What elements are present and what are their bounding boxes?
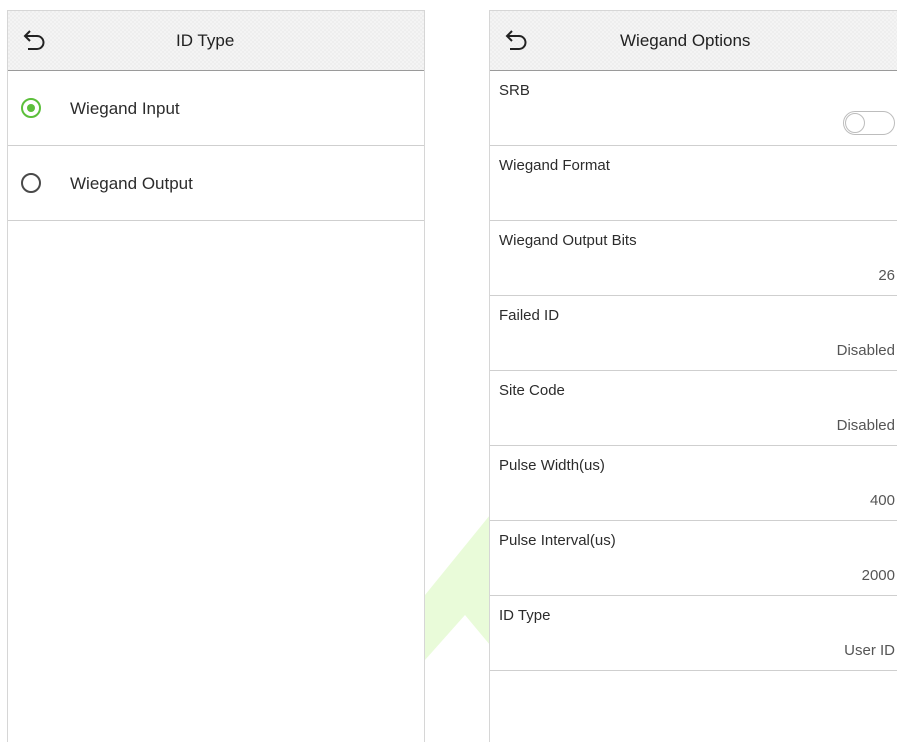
wiegand-options-screen: Wiegand Options SRB Wiegand Format Wiega…: [489, 10, 897, 742]
screen-header: Wiegand Options: [490, 11, 897, 71]
back-button[interactable]: [16, 25, 52, 57]
back-arrow-icon: [505, 30, 527, 50]
menu-item-id-type[interactable]: ID Type User ID: [490, 596, 897, 671]
back-button[interactable]: [498, 25, 534, 57]
item-label: Failed ID: [499, 307, 560, 324]
back-arrow-icon: [23, 30, 45, 50]
menu-item-srb[interactable]: SRB: [490, 71, 897, 146]
item-label: Wiegand Format: [499, 157, 610, 174]
option-wiegand-output[interactable]: Wiegand Output: [8, 146, 424, 221]
radio-button-unchecked[interactable]: [21, 173, 41, 193]
menu-item-site-code[interactable]: Site Code Disabled: [490, 371, 897, 446]
srb-toggle-switch[interactable]: [843, 111, 895, 135]
page-title: Wiegand Options: [620, 31, 751, 50]
id-type-screen: ID Type Wiegand Input Wiegand Output: [7, 10, 425, 742]
item-label: Pulse Width(us): [499, 457, 605, 474]
item-value: 400: [869, 492, 895, 509]
menu-item-pulse-width[interactable]: Pulse Width(us) 400: [490, 446, 897, 521]
item-label: Pulse Interval(us): [499, 532, 616, 549]
radio-button-checked[interactable]: [21, 98, 41, 118]
page-title: ID Type: [176, 31, 235, 50]
item-value: User ID: [844, 642, 895, 659]
item-value: 2000: [861, 567, 895, 584]
item-value: 26: [878, 267, 895, 284]
option-label: Wiegand Input: [70, 99, 180, 118]
menu-item-failed-id[interactable]: Failed ID Disabled: [490, 296, 897, 371]
menu-item-pulse-interval[interactable]: Pulse Interval(us) 2000: [490, 521, 897, 596]
item-label: ID Type: [499, 607, 551, 624]
screen-header: ID Type: [8, 11, 424, 71]
option-label: Wiegand Output: [70, 174, 193, 193]
menu-item-wiegand-output-bits[interactable]: Wiegand Output Bits 26: [490, 221, 897, 296]
item-value: Disabled: [836, 342, 895, 359]
item-label: Site Code: [499, 382, 565, 399]
item-value: Disabled: [836, 417, 895, 434]
menu-item-wiegand-format[interactable]: Wiegand Format: [490, 146, 897, 221]
toggle-knob: [845, 113, 865, 133]
option-wiegand-input[interactable]: Wiegand Input: [8, 71, 424, 146]
item-label: SRB: [499, 82, 530, 99]
item-label: Wiegand Output Bits: [499, 232, 637, 249]
